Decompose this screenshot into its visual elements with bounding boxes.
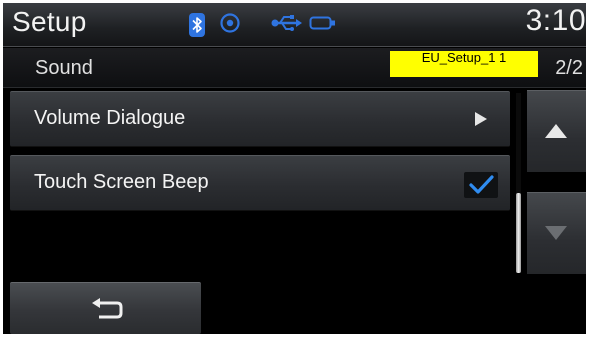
bluetooth-icon	[189, 13, 205, 37]
screen-frame: Setup 3:10 Sound EU_Setup_1 1 2/2 Volume…	[3, 3, 586, 334]
target-icon	[219, 12, 241, 39]
status-icons	[189, 12, 337, 38]
triangle-up-icon	[545, 124, 567, 138]
battery-icon	[309, 15, 337, 36]
list-item-label: Touch Screen Beep	[34, 171, 209, 193]
list-item-volume-dialogue[interactable]: Volume Dialogue	[10, 91, 510, 147]
triangle-down-icon	[545, 226, 567, 240]
page-indicator: 2/2	[555, 57, 583, 79]
clock: 3:10	[525, 4, 586, 37]
usb-icon	[271, 14, 303, 37]
app-title: Setup	[12, 6, 87, 37]
back-arrow-icon	[92, 298, 123, 319]
list-item-touch-screen-beep[interactable]: Touch Screen Beep	[10, 155, 510, 211]
status-bar: Setup 3:10	[3, 3, 586, 47]
sub-header: Sound EU_Setup_1 1 2/2	[3, 48, 586, 88]
scrollbar-thumb[interactable]	[516, 193, 521, 273]
checkbox-touch-screen-beep[interactable]	[464, 172, 498, 203]
scroll-down-button[interactable]	[527, 192, 586, 274]
screen-id-tag: EU_Setup_1 1	[390, 51, 538, 77]
section-title: Sound	[35, 57, 93, 79]
scroll-up-button[interactable]	[527, 90, 586, 172]
back-button[interactable]	[10, 282, 201, 334]
list-item-label: Volume Dialogue	[34, 107, 186, 129]
arrow-right-icon	[474, 111, 488, 132]
